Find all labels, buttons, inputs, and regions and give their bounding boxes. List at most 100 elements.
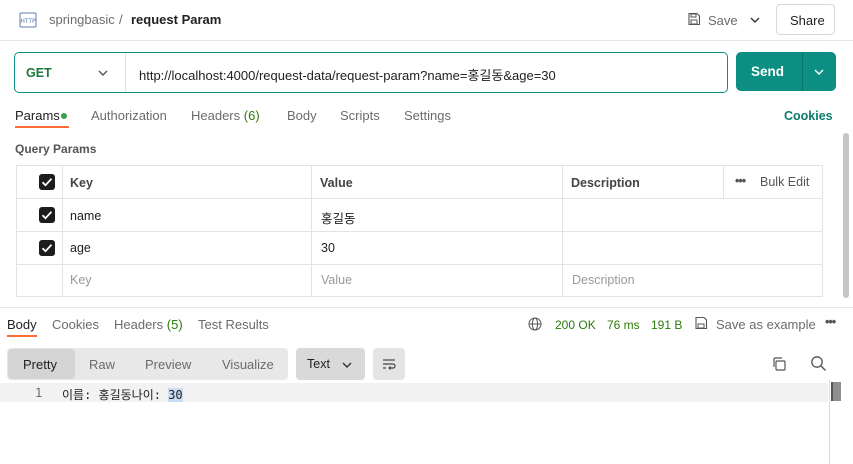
tab-headers[interactable]: Headers (6) xyxy=(191,108,260,123)
header-checkbox-cell xyxy=(17,166,63,199)
search-icon[interactable] xyxy=(810,355,827,372)
wrap-lines-button[interactable] xyxy=(373,348,405,380)
save-label: Save xyxy=(708,13,738,28)
method-label: GET xyxy=(26,66,52,80)
http-icon: HTTP xyxy=(19,12,37,28)
tab-authorization[interactable]: Authorization xyxy=(91,108,167,123)
more-options-icon[interactable]: ••• xyxy=(825,315,836,329)
view-mode-pretty[interactable]: Pretty xyxy=(8,349,75,379)
response-time[interactable]: 76 ms xyxy=(607,318,640,332)
request-title[interactable]: request Param xyxy=(131,12,221,27)
line-number: 1 xyxy=(35,386,43,400)
response-tab-test-results[interactable]: Test Results xyxy=(198,317,269,332)
tab-body[interactable]: Body xyxy=(287,108,317,123)
table-row-checkbox-cell xyxy=(17,232,63,265)
editor-scroll-divider xyxy=(829,380,830,464)
request-scrollbar[interactable] xyxy=(843,133,849,298)
response-headers-count: (5) xyxy=(166,317,183,332)
check-icon xyxy=(41,244,53,253)
request-header: HTTP springbasic / request Param Save Sh… xyxy=(0,0,853,40)
check-icon xyxy=(41,211,53,220)
description-column-header: Description xyxy=(563,166,724,199)
tab-scripts[interactable]: Scripts xyxy=(340,108,380,123)
param-key-cell[interactable]: age xyxy=(63,232,312,265)
empty-checkbox-cell xyxy=(17,265,63,296)
method-select[interactable]: GET xyxy=(15,53,126,92)
format-select[interactable]: Text xyxy=(296,348,365,380)
breadcrumb-separator: / xyxy=(119,12,123,27)
tab-settings[interactable]: Settings xyxy=(404,108,451,123)
save-as-example-button[interactable]: Save as example xyxy=(716,317,816,332)
param-description-cell[interactable] xyxy=(563,199,822,232)
copy-icon[interactable] xyxy=(771,356,787,372)
response-body-line[interactable]: 이름: 홍길동나이: 30 xyxy=(62,386,183,403)
view-mode-selector: Pretty Raw Preview Visualize xyxy=(7,348,288,380)
tab-params[interactable]: Params xyxy=(15,108,60,123)
query-params-table: Key Value Description ••• Bulk Edit name… xyxy=(16,165,823,297)
response-body-selection: 30 xyxy=(168,388,183,402)
url-input[interactable]: http://localhost:4000/request-data/reque… xyxy=(139,65,556,84)
param-value: 30 xyxy=(321,241,335,255)
editor-scrollbar-thumb[interactable] xyxy=(831,382,841,401)
globe-icon[interactable] xyxy=(528,317,542,331)
params-indicator-dot xyxy=(61,113,67,119)
param-value-cell[interactable]: 홍길동 xyxy=(312,199,563,232)
response-tab-cookies[interactable]: Cookies xyxy=(52,317,99,332)
chevron-down-icon[interactable] xyxy=(813,66,825,78)
status-code[interactable]: 200 OK xyxy=(555,318,596,332)
send-button[interactable]: Send xyxy=(736,52,836,91)
cookies-link[interactable]: Cookies xyxy=(784,109,833,123)
response-tab-headers[interactable]: Headers (5) xyxy=(114,317,183,332)
value-column-label: Value xyxy=(320,176,353,190)
send-label: Send xyxy=(751,64,785,79)
value-placeholder: Value xyxy=(321,273,353,287)
share-button[interactable]: Share xyxy=(776,4,835,35)
response-headers-label: Headers xyxy=(114,317,164,332)
format-label: Text xyxy=(307,357,330,371)
save-icon xyxy=(688,12,701,26)
save-icon[interactable] xyxy=(694,316,708,330)
tab-headers-label: Headers xyxy=(191,108,241,123)
breadcrumb-collection[interactable]: springbasic xyxy=(49,12,115,27)
share-label: Share xyxy=(790,13,825,28)
view-mode-preview[interactable]: Preview xyxy=(145,357,191,372)
key-column-label: Key xyxy=(70,176,93,190)
param-key: name xyxy=(70,209,102,223)
param-value-cell[interactable]: 30 xyxy=(312,232,563,265)
table-row-checkbox-cell xyxy=(17,199,63,232)
save-button[interactable]: Save xyxy=(686,10,738,30)
row-checkbox[interactable] xyxy=(39,207,55,223)
response-active-underline xyxy=(7,335,37,337)
response-size[interactable]: 191 B xyxy=(651,318,682,332)
param-value: 홍길동 xyxy=(321,212,356,226)
param-key: age xyxy=(70,241,91,255)
header-divider xyxy=(0,40,853,41)
param-description-cell[interactable] xyxy=(563,232,822,265)
new-key-cell[interactable]: Key xyxy=(63,265,312,296)
pane-divider[interactable] xyxy=(0,307,853,308)
value-column-header: Value xyxy=(312,166,563,199)
key-column-header: Key xyxy=(63,166,312,199)
bulk-edit-cell[interactable]: ••• Bulk Edit xyxy=(724,166,822,199)
view-mode-raw[interactable]: Raw xyxy=(89,357,115,372)
row-checkbox[interactable] xyxy=(39,240,55,256)
tab-headers-count: (6) xyxy=(243,108,260,123)
chevron-down-icon xyxy=(342,362,352,368)
param-key-cell[interactable]: name xyxy=(63,199,312,232)
view-mode-visualize[interactable]: Visualize xyxy=(222,357,274,372)
wrap-lines-icon xyxy=(383,359,396,370)
check-icon xyxy=(41,178,53,187)
bulk-edit-button[interactable]: Bulk Edit xyxy=(760,175,809,189)
new-value-cell[interactable]: Value xyxy=(312,265,563,296)
description-placeholder: Description xyxy=(572,273,635,287)
query-params-title: Query Params xyxy=(15,142,97,156)
pretty-label: Pretty xyxy=(23,357,57,372)
key-placeholder: Key xyxy=(70,273,92,287)
svg-text:HTTP: HTTP xyxy=(20,18,36,25)
select-all-checkbox[interactable] xyxy=(39,174,55,190)
new-description-cell[interactable]: Description xyxy=(563,265,822,296)
response-tab-body[interactable]: Body xyxy=(7,317,37,332)
active-tab-underline xyxy=(15,126,69,128)
chevron-down-icon[interactable] xyxy=(749,14,761,26)
more-options-icon[interactable]: ••• xyxy=(735,174,746,188)
